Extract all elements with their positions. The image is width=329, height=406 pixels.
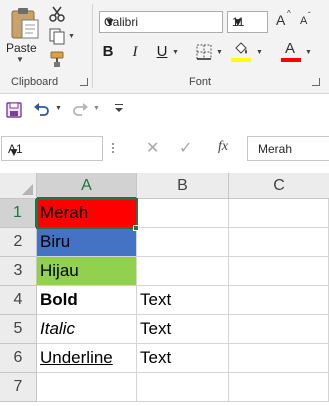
cell-c6[interactable] bbox=[229, 344, 329, 373]
cell-c7[interactable] bbox=[229, 373, 329, 402]
cell-c4[interactable] bbox=[229, 286, 329, 315]
chevron-down-icon: ▼ bbox=[8, 145, 20, 159]
clipboard-launcher-icon[interactable] bbox=[80, 78, 88, 86]
chevron-down-icon: ▼ bbox=[16, 55, 24, 64]
cell-b1[interactable] bbox=[137, 199, 229, 228]
cell-a2[interactable]: Biru bbox=[37, 228, 137, 257]
fill-color-icon bbox=[235, 42, 247, 54]
cell-b7[interactable] bbox=[137, 373, 229, 402]
customize-qat-icon[interactable] bbox=[114, 102, 124, 114]
font-launcher-icon[interactable] bbox=[312, 78, 320, 86]
select-all-icon bbox=[22, 184, 33, 195]
cell-c2[interactable] bbox=[229, 228, 329, 257]
cell-b2[interactable] bbox=[137, 228, 229, 257]
column-header-a[interactable]: A bbox=[37, 173, 137, 199]
cell-b6[interactable]: Text bbox=[137, 344, 229, 373]
formula-value: Merah bbox=[258, 142, 293, 156]
font-color-button[interactable]: A bbox=[280, 40, 302, 63]
row-header-3[interactable]: 3 bbox=[0, 257, 37, 286]
row-header-5[interactable]: 5 bbox=[0, 315, 37, 344]
row-header-7[interactable]: 7 bbox=[0, 373, 37, 402]
clipboard-group-label: Clipboard bbox=[11, 76, 59, 88]
cancel-icon[interactable]: ✕ bbox=[146, 138, 159, 158]
insert-function-icon[interactable]: fx bbox=[218, 139, 228, 155]
copy-icon[interactable] bbox=[48, 27, 66, 45]
chevron-down-icon: ▼ bbox=[104, 15, 116, 29]
cell-b3[interactable] bbox=[137, 257, 229, 286]
paste-label: Paste bbox=[6, 41, 37, 55]
borders-icon[interactable] bbox=[195, 43, 213, 61]
fill-color-button[interactable] bbox=[230, 41, 252, 63]
redo-icon[interactable] bbox=[71, 102, 89, 118]
increase-font-size-button[interactable]: A bbox=[276, 12, 285, 28]
font-group-label: Font bbox=[189, 76, 212, 88]
font-name-select[interactable]: Calibri ▼ bbox=[99, 11, 223, 33]
decrease-font-size-button[interactable]: A bbox=[300, 15, 307, 27]
font-color-dropdown-icon[interactable]: ▼ bbox=[305, 49, 312, 56]
group-divider bbox=[92, 4, 93, 88]
underline-dropdown-icon[interactable]: ▼ bbox=[172, 49, 179, 56]
cell-a4[interactable]: Bold bbox=[37, 286, 137, 315]
copy-dropdown-icon[interactable]: ▼ bbox=[68, 33, 75, 40]
formula-input[interactable]: Merah bbox=[247, 136, 329, 161]
row-header-4[interactable]: 4 bbox=[0, 286, 37, 315]
active-cell-border bbox=[36, 198, 138, 229]
column-header-b[interactable]: B bbox=[137, 173, 229, 199]
cell-a6[interactable]: Underline bbox=[37, 344, 137, 373]
row-header-2[interactable]: 2 bbox=[0, 228, 37, 257]
underline-button[interactable]: U bbox=[153, 42, 171, 62]
fill-color-dropdown-icon[interactable]: ▼ bbox=[256, 49, 263, 56]
fill-color-swatch bbox=[231, 58, 251, 62]
font-size-select[interactable]: 11 ▼ bbox=[227, 11, 268, 33]
cell-c5[interactable] bbox=[229, 315, 329, 344]
cell-c3[interactable] bbox=[229, 257, 329, 286]
chevron-down-icon: ▼ bbox=[232, 15, 244, 29]
column-header-c[interactable]: C bbox=[229, 173, 329, 199]
formula-bar-splitter[interactable] bbox=[112, 139, 115, 157]
bold-button[interactable]: B bbox=[99, 42, 117, 62]
undo-icon[interactable] bbox=[33, 102, 51, 118]
font-color-icon: A bbox=[285, 40, 296, 57]
format-painter-icon[interactable] bbox=[48, 50, 66, 68]
worksheet-grid: A B C 1 2 3 4 5 6 7 Merah Biru Hijau Bol… bbox=[0, 173, 329, 406]
formula-actions: ✕ ✓ fx bbox=[132, 136, 245, 161]
select-all-button[interactable] bbox=[0, 173, 37, 199]
save-icon[interactable] bbox=[6, 102, 22, 118]
row-header-1[interactable]: 1 bbox=[0, 199, 37, 228]
undo-dropdown-icon[interactable]: ▼ bbox=[55, 105, 62, 112]
cell-c1[interactable] bbox=[229, 199, 329, 228]
caret-up-icon: ^ bbox=[287, 9, 291, 18]
name-box[interactable]: A1 ▼ bbox=[1, 136, 103, 161]
ribbon: Paste ▼ ▼ Clipboard Calibri ▼ 11 ▼ A ^ A… bbox=[0, 0, 329, 94]
cell-a7[interactable] bbox=[37, 373, 137, 402]
cell-b5[interactable]: Text bbox=[137, 315, 229, 344]
fill-handle[interactable] bbox=[133, 225, 139, 231]
font-color-swatch bbox=[281, 58, 301, 62]
caret-down-icon: ˇ bbox=[308, 11, 311, 20]
cut-icon[interactable] bbox=[48, 5, 66, 23]
cell-a5[interactable]: Italic bbox=[37, 315, 137, 344]
quick-access-toolbar: ▼ ▼ bbox=[0, 94, 329, 126]
italic-button[interactable]: I bbox=[126, 42, 144, 62]
cell-a3[interactable]: Hijau bbox=[37, 257, 137, 286]
cell-b4[interactable]: Text bbox=[137, 286, 229, 315]
redo-dropdown-icon[interactable]: ▼ bbox=[93, 105, 100, 112]
row-header-6[interactable]: 6 bbox=[0, 344, 37, 373]
enter-icon[interactable]: ✓ bbox=[179, 138, 192, 158]
clipboard-paste-icon bbox=[11, 8, 39, 39]
borders-dropdown-icon[interactable]: ▼ bbox=[216, 49, 223, 56]
